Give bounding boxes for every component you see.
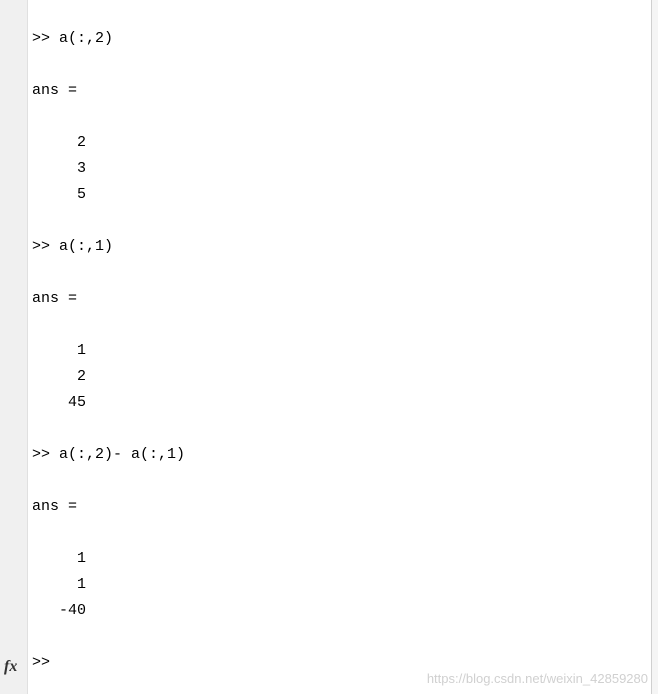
- output-value: 3: [32, 156, 647, 182]
- output-value: 1: [32, 338, 647, 364]
- ans-label: ans =: [32, 78, 647, 104]
- command-window[interactable]: >> a(:,2) ans = 2 3 5 >> a(:,1) ans = 1 …: [28, 0, 652, 694]
- watermark: https://blog.csdn.net/weixin_42859280: [427, 671, 648, 686]
- output-value: 2: [32, 130, 647, 156]
- output-value: 1: [32, 572, 647, 598]
- fx-icon[interactable]: fx: [4, 658, 17, 676]
- output-value: 45: [32, 390, 647, 416]
- command-line: >> a(:,2): [32, 26, 647, 52]
- gutter: fx: [0, 0, 28, 694]
- output-value: 2: [32, 364, 647, 390]
- ans-label: ans =: [32, 494, 647, 520]
- command-line: >> a(:,1): [32, 234, 647, 260]
- output-value: 1: [32, 546, 647, 572]
- output-value: 5: [32, 182, 647, 208]
- output-value: -40: [32, 598, 647, 624]
- command-line: >> a(:,2)- a(:,1): [32, 442, 647, 468]
- ans-label: ans =: [32, 286, 647, 312]
